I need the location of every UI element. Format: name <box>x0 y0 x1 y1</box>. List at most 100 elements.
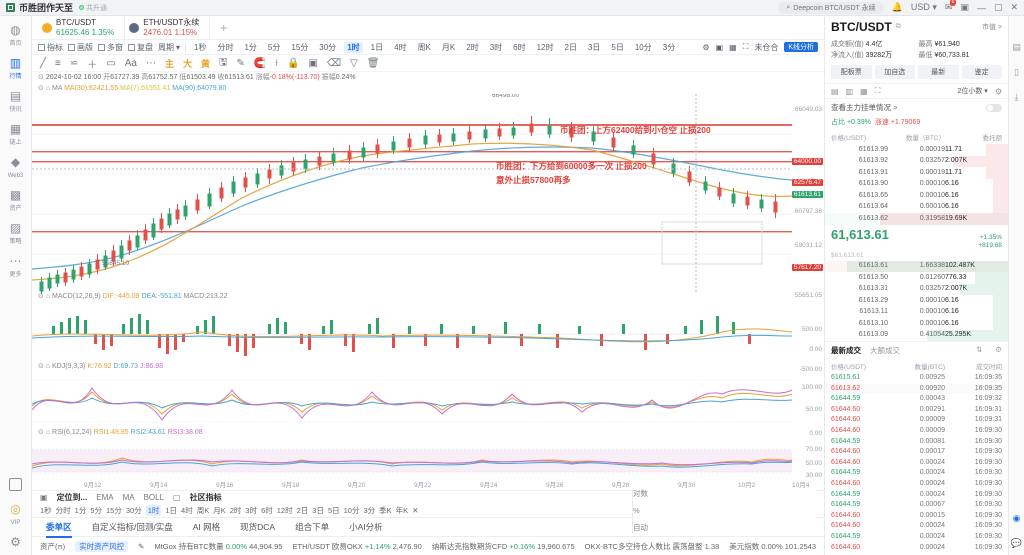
market-link[interactable]: 市值 > <box>982 22 1002 32</box>
tab-order-area[interactable]: 委单区 <box>46 521 72 533</box>
percent-scale-button[interactable]: % <box>633 506 816 515</box>
highlight-icon[interactable]: 黄 <box>201 57 210 70</box>
group-icon[interactable]: ▦ <box>860 87 868 96</box>
tab-custom-indicator[interactable]: 自定义指标/回测/实盘 <box>92 521 173 533</box>
orderbook-row[interactable]: 61613.900.000106.16 <box>825 179 1008 191</box>
alert-icon[interactable]: ⌂ <box>46 85 50 92</box>
tf-1d[interactable]: 1日 <box>368 42 386 53</box>
tf-15m[interactable]: 15分 <box>288 42 311 53</box>
realtime-risk-button[interactable]: 实时资产风控 <box>75 541 128 552</box>
orderbook-row[interactable]: 61613.110.000106.16 <box>825 307 1008 319</box>
size-icon[interactable]: 大 <box>183 57 192 70</box>
pb-1h[interactable]: 1时 <box>146 505 162 516</box>
tf-1s[interactable]: 1秒 <box>191 42 209 53</box>
tf-12h[interactable]: 12时 <box>534 42 557 53</box>
add-favorite-button[interactable]: 加自选 <box>875 65 916 79</box>
chat-icon[interactable]: 💬 <box>1011 538 1022 549</box>
grid-icon[interactable]: ▦ <box>729 43 737 52</box>
overlay-ema[interactable]: EMA <box>96 493 113 502</box>
edit-icon[interactable]: ✎ <box>138 542 144 551</box>
expand-icon[interactable]: ⛶ <box>875 86 881 96</box>
filter-icon[interactable]: ▽ <box>350 58 358 69</box>
sidebar-item-web3[interactable]: ◆ Web3 <box>0 152 32 184</box>
alert-icon[interactable]: ⌂ <box>46 293 50 300</box>
collapse-icon[interactable]: ⊙ <box>38 85 44 92</box>
pb-1m[interactable]: 1分 <box>75 505 87 516</box>
camera-icon[interactable]: ◉ <box>1013 513 1021 524</box>
kline-analysis-button[interactable]: K线分析 <box>784 42 818 52</box>
measure-icon[interactable]: ⟊ <box>275 58 278 69</box>
pen-icon[interactable]: ✎ <box>237 58 245 69</box>
main-order-row[interactable]: 查看主力挂单情况 > <box>825 99 1008 116</box>
tab-spot-dca[interactable]: 现货DCA <box>240 521 275 533</box>
appraise-button[interactable]: 鉴定 <box>962 65 1003 79</box>
sidebar-item-strategy[interactable]: ▨ 策略 <box>0 218 32 250</box>
add-symbol-button[interactable]: + <box>210 21 237 35</box>
orderbook-row[interactable]: 61613.620.3195819.69K <box>825 213 1008 225</box>
decimals-select[interactable]: 2位小数 ▾ <box>957 86 987 96</box>
pb-1d[interactable]: 1日 <box>165 505 177 516</box>
pb-2h[interactable]: 2时 <box>230 505 242 516</box>
pb-4h[interactable]: 4时 <box>181 505 193 516</box>
tf-10m[interactable]: 10分 <box>632 42 655 53</box>
sidebar-item-more[interactable]: ⋯ 更多 <box>0 251 32 283</box>
depth-icon[interactable]: ▥ <box>846 87 854 96</box>
tab-large-trades[interactable]: 大额成交 <box>870 345 900 356</box>
bell-icon[interactable]: 🔔 <box>892 2 903 13</box>
sidebar-item-home[interactable]: ◍ 首页 <box>0 20 32 52</box>
pb-year[interactable]: 年K <box>396 505 409 516</box>
period-select[interactable]: 周期 ▾ <box>158 42 180 53</box>
tf-5m[interactable]: 5分 <box>265 42 283 53</box>
overlay-ma[interactable]: MA <box>123 493 135 502</box>
symbol-tab-btc[interactable]: BTC/USDT 61625.46 1.35% <box>38 16 125 39</box>
right-panel-symbol[interactable]: BTC/USDT ⧉ 市值 > <box>831 20 1002 34</box>
main-order-toggle[interactable] <box>986 104 1002 112</box>
close-icon[interactable]: ✕ <box>1010 2 1018 13</box>
pb-week[interactable]: 周K <box>197 505 210 516</box>
orderbook-row[interactable]: 61613.100.000106.16 <box>825 318 1008 330</box>
replay-button[interactable]: 复盘 <box>128 42 153 53</box>
locate-button[interactable]: 定位到... <box>57 492 88 503</box>
indicator-button[interactable]: 指标 <box>38 42 63 53</box>
latest-button[interactable]: 最新 <box>918 65 959 79</box>
drawing-button[interactable]: 画版 <box>68 42 93 53</box>
tab-latest-trades[interactable]: 最新成交 <box>831 345 861 356</box>
orderbook-row[interactable]: 61613.650.000106.16 <box>825 190 1008 202</box>
pb-season[interactable]: 季K <box>379 505 392 516</box>
pb-3h[interactable]: 3时 <box>245 505 257 516</box>
pb-5m[interactable]: 5分 <box>90 505 102 516</box>
overlay-boll[interactable]: BOLL <box>144 493 164 502</box>
bold-icon[interactable]: 主 <box>165 57 174 70</box>
tf-6h[interactable]: 6时 <box>510 42 528 53</box>
visibility-icon[interactable]: ▣ <box>308 58 317 69</box>
orderbook-row[interactable]: 61613.990.0001911.71 <box>825 144 1008 156</box>
orderbook-row[interactable]: 61613.611.66338102.487K <box>825 261 1008 273</box>
line-icon[interactable]: ╱ <box>40 58 46 69</box>
tf-3h[interactable]: 3时 <box>487 42 505 53</box>
collapse-icon[interactable]: ⊙ <box>38 74 44 81</box>
pb-12h[interactable]: 12时 <box>277 505 293 516</box>
tf-timeshare[interactable]: 分时 <box>214 42 236 53</box>
snapshot-icon[interactable]: 🖫 <box>219 55 228 72</box>
minimize-icon[interactable]: — <box>977 3 986 13</box>
cross-icon[interactable]: ＋ <box>87 56 97 71</box>
list-icon[interactable]: ▤ <box>831 87 839 96</box>
mail-icon[interactable]: ✉ 6 <box>945 2 953 13</box>
tf-3m[interactable]: 3分 <box>660 42 678 53</box>
sidebar-item-settings[interactable]: ⚙ <box>0 532 32 555</box>
tab-ai-grid[interactable]: AI 网格 <box>193 521 220 533</box>
gear-icon[interactable]: ⚙ <box>995 87 1002 96</box>
copy-icon[interactable]: ⧉ <box>896 23 901 31</box>
sidebar-item-news[interactable]: ▤ 快讯 <box>0 86 32 118</box>
pb-month[interactable]: 月K <box>213 505 226 516</box>
tab-ai-analysis[interactable]: 小AI分析 <box>349 521 383 533</box>
maximize-icon[interactable]: ▢ <box>994 2 1003 13</box>
orderbook-row[interactable]: 61613.500.01260776.33 <box>825 272 1008 284</box>
settings-icon[interactable]: ⚙ <box>702 43 709 52</box>
tf-1m[interactable]: 1分 <box>241 42 259 53</box>
pb-3m[interactable]: 3分 <box>363 505 375 516</box>
tf-week[interactable]: 周K <box>415 42 434 53</box>
sidebar-item-market[interactable]: ▥ 行情 <box>0 53 32 85</box>
trash-icon[interactable]: 🗑 <box>367 58 380 69</box>
pb-15m[interactable]: 15分 <box>106 505 122 516</box>
